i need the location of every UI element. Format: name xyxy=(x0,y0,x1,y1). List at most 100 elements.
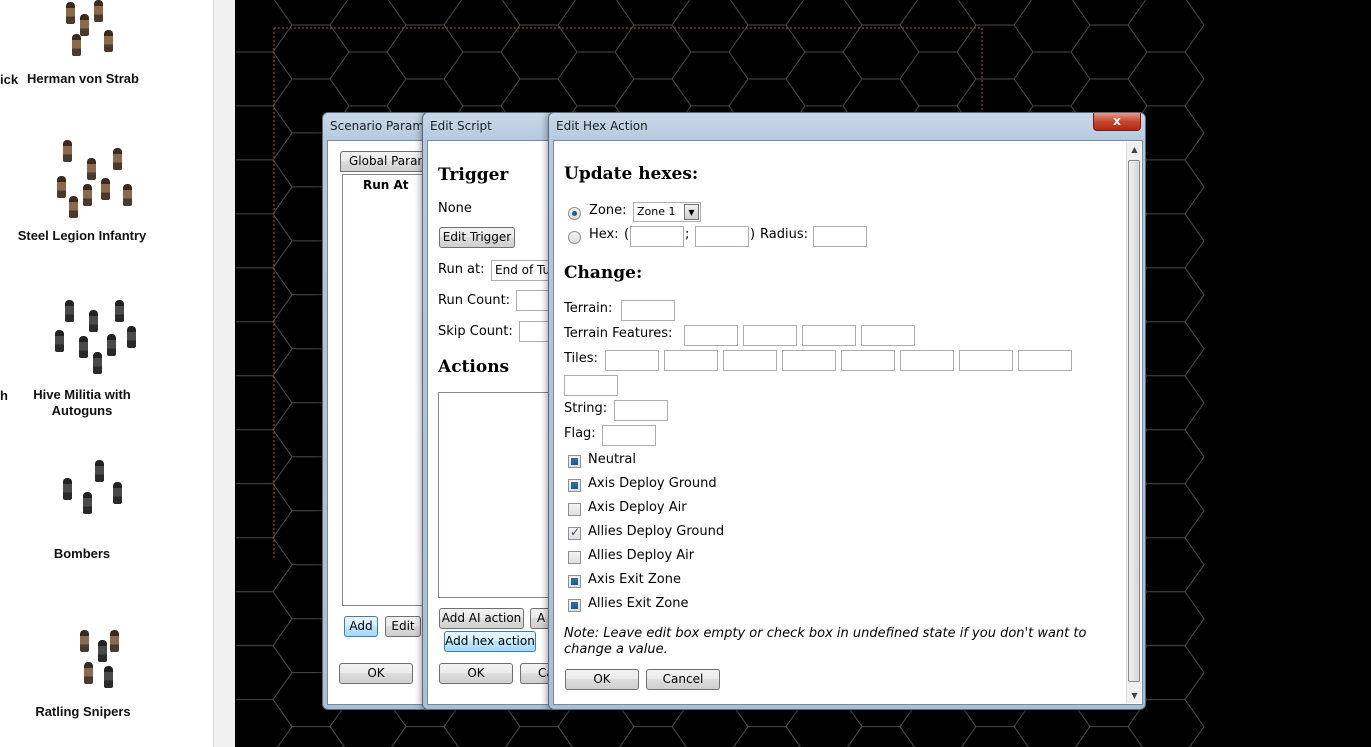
vertical-scrollbar[interactable]: ▲ ▼ xyxy=(1126,142,1141,703)
unit-card[interactable]: Ratling Snipers xyxy=(8,626,158,720)
tab-global-params[interactable]: Global Parame xyxy=(340,151,430,172)
zone-select[interactable]: Zone 1 ▼ xyxy=(633,202,701,222)
unit-card[interactable]: Herman von Strab xyxy=(8,0,158,87)
radius-label: Radius: xyxy=(760,227,808,242)
actions-heading: Actions xyxy=(438,357,510,377)
edit-trigger-button[interactable]: Edit Trigger xyxy=(439,227,515,248)
unit-name: Steel Legion Infantry xyxy=(17,228,147,243)
neutral-checkbox[interactable] xyxy=(568,455,581,468)
tile-input[interactable] xyxy=(564,375,618,396)
unit-name: Bombers xyxy=(53,546,111,561)
flag-label: Flag: xyxy=(564,426,596,441)
unit-card[interactable]: Bombers xyxy=(7,456,157,562)
hex-x-input[interactable] xyxy=(630,226,684,247)
list-header-run-at: Run At xyxy=(363,178,409,192)
zone-radio[interactable] xyxy=(568,207,581,220)
add-ai-action-button[interactable]: Add AI action xyxy=(439,608,524,629)
scenario-list[interactable]: Run At xyxy=(342,174,430,606)
axis-exit-zone-label: Axis Exit Zone xyxy=(588,572,681,587)
tile-input[interactable] xyxy=(664,350,718,371)
soldier-squad-icon xyxy=(27,296,137,376)
close-button[interactable]: x xyxy=(1093,113,1141,131)
run-at-label: Run at: xyxy=(438,262,485,277)
terrain-features-label: Terrain Features: xyxy=(564,326,673,341)
radius-input[interactable] xyxy=(813,226,867,247)
allies-deploy-air-label: Allies Deploy Air xyxy=(588,548,695,563)
edit-script-window: Edit Script Trigger None Edit Trigger Ru… xyxy=(422,112,562,710)
change-heading: Change: xyxy=(564,263,643,283)
hex-close-paren: ) xyxy=(750,227,756,242)
edit-hex-action-client: Update hexes: Zone: Zone 1 ▼ Hex: ( ; ) … xyxy=(553,140,1143,705)
edit-hex-action-window: Edit Hex Action x Update hexes: Zone: Zo… xyxy=(548,112,1146,710)
axis-exit-zone-checkbox[interactable] xyxy=(568,575,581,588)
window-title: Edit Script xyxy=(430,119,492,133)
add-button[interactable]: Add xyxy=(344,616,378,637)
run-count-label: Run Count: xyxy=(438,293,511,308)
window-title: Scenario Params xyxy=(330,119,431,133)
hex-separator: ; xyxy=(685,227,690,242)
allies-deploy-ground-label: Allies Deploy Ground xyxy=(588,524,725,539)
tile-input[interactable] xyxy=(841,350,895,371)
window-title: Edit Hex Action xyxy=(556,119,648,133)
close-icon: x xyxy=(1113,114,1121,128)
terrain-input[interactable] xyxy=(621,300,675,321)
allies-exit-zone-checkbox[interactable] xyxy=(568,599,581,612)
string-input[interactable] xyxy=(614,400,668,421)
unit-palette: ick h Herman von Strab Steel Legion Infa… xyxy=(0,0,213,747)
axis-deploy-ground-checkbox[interactable] xyxy=(568,479,581,492)
unit-card[interactable]: Steel Legion Infantry xyxy=(7,138,157,244)
axis-deploy-ground-label: Axis Deploy Ground xyxy=(588,476,717,491)
soldier-squad-icon xyxy=(27,138,137,218)
unit-card[interactable]: Hive Militia with Autoguns xyxy=(7,296,157,419)
ok-button[interactable]: OK xyxy=(339,663,413,684)
skip-count-label: Skip Count: xyxy=(438,324,513,339)
tile-input[interactable] xyxy=(605,350,659,371)
unit-name: Hive Militia with Autoguns xyxy=(33,387,131,418)
update-hexes-heading: Update hexes: xyxy=(564,164,699,184)
terrain-feature-input[interactable] xyxy=(861,325,915,346)
help-note: Note: Leave edit box empty or check box … xyxy=(564,626,1087,657)
hex-radio[interactable] xyxy=(568,231,581,244)
tile-input[interactable] xyxy=(1018,350,1072,371)
terrain-feature-input[interactable] xyxy=(684,325,738,346)
ok-button[interactable]: OK xyxy=(439,663,513,684)
zone-select-value: Zone 1 xyxy=(637,205,676,218)
terrain-feature-input[interactable] xyxy=(802,325,856,346)
tile-input[interactable] xyxy=(959,350,1013,371)
edit-button[interactable]: Edit xyxy=(385,616,421,637)
soldier-squad-icon xyxy=(28,626,138,692)
tile-input[interactable] xyxy=(723,350,777,371)
trigger-value: None xyxy=(438,201,472,216)
unit-name: Ratling Snipers xyxy=(35,704,131,719)
scroll-up-icon[interactable]: ▲ xyxy=(1127,142,1142,157)
ok-button[interactable]: OK xyxy=(565,669,639,690)
cancel-button[interactable]: Cancel xyxy=(646,669,720,690)
terrain-feature-input[interactable] xyxy=(743,325,797,346)
tiles-label: Tiles: xyxy=(564,351,598,366)
soldier-squad-icon xyxy=(27,456,137,528)
allies-deploy-ground-checkbox[interactable] xyxy=(568,525,581,540)
tile-input[interactable] xyxy=(900,350,954,371)
scenario-params-client: Global Parame Run At Add Edit OK xyxy=(327,140,431,705)
scroll-thumb[interactable] xyxy=(1128,160,1140,682)
scenario-params-window: Scenario Params Global Parame Run At Add… xyxy=(322,112,434,710)
edit-script-client: Trigger None Edit Trigger Run at: End of… xyxy=(427,140,559,705)
terrain-label: Terrain: xyxy=(564,301,613,316)
neutral-checkbox-label: Neutral xyxy=(588,452,636,467)
soldier-squad-icon xyxy=(28,0,138,60)
axis-deploy-air-label: Axis Deploy Air xyxy=(588,500,687,515)
unit-name: Herman von Strab xyxy=(27,71,139,86)
flag-input[interactable] xyxy=(602,425,656,446)
actions-list[interactable] xyxy=(438,392,558,598)
palette-scrollbar[interactable] xyxy=(213,0,235,747)
string-label: String: xyxy=(564,401,608,416)
add-hex-action-button[interactable]: Add hex action xyxy=(444,631,536,652)
axis-deploy-air-checkbox[interactable] xyxy=(568,503,581,516)
hex-y-input[interactable] xyxy=(695,226,749,247)
zone-label: Zone: xyxy=(589,203,627,218)
allies-deploy-air-checkbox[interactable] xyxy=(568,551,581,564)
hex-label: Hex: xyxy=(589,227,619,242)
scroll-down-icon[interactable]: ▼ xyxy=(1127,688,1142,703)
tile-input[interactable] xyxy=(782,350,836,371)
chevron-down-icon[interactable]: ▼ xyxy=(684,204,699,220)
